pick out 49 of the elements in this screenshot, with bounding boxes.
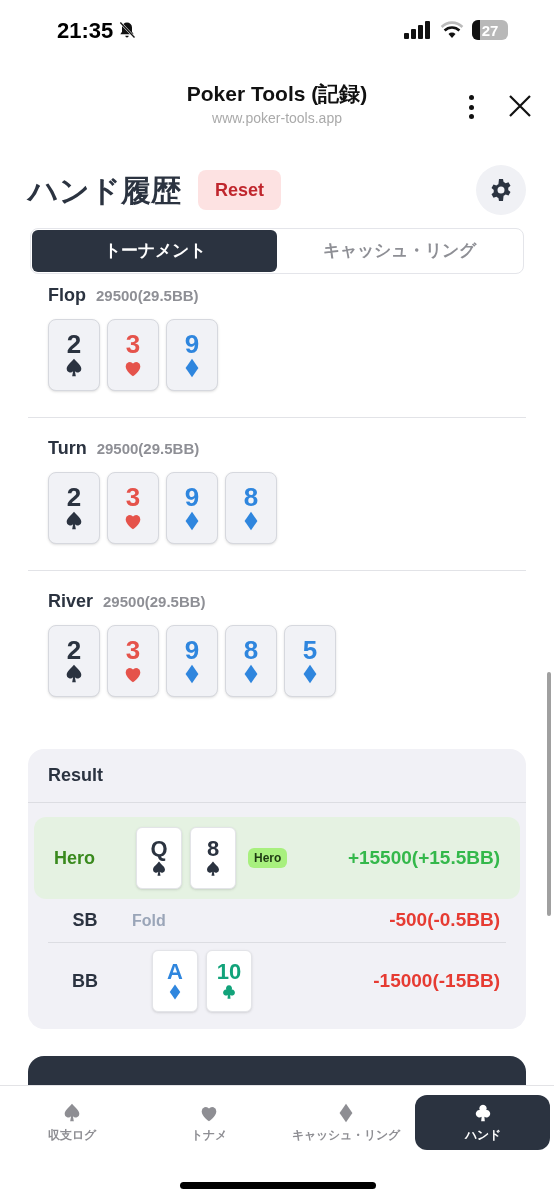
page-title: Poker Tools (記録) xyxy=(186,80,368,107)
spade-icon xyxy=(204,860,222,878)
bell-muted-icon xyxy=(117,20,138,40)
card-rank: 8 xyxy=(243,637,259,663)
pot-size: 29500(29.5BB) xyxy=(96,286,199,306)
player-position: Hero xyxy=(54,846,96,870)
signal-icon xyxy=(404,21,432,39)
wifi-icon xyxy=(440,21,464,39)
card-rank: 9 xyxy=(184,331,200,357)
card-rank: 2 xyxy=(66,484,82,510)
player-position: BB xyxy=(71,969,99,993)
pot-size: 29500(29.5BB) xyxy=(103,592,206,612)
card-rank: 3 xyxy=(125,484,141,510)
section-heading: ハンド履歴 xyxy=(28,172,181,209)
club-icon xyxy=(220,983,238,1001)
player-position: SB xyxy=(71,909,99,932)
card-rank: 8 xyxy=(243,484,259,510)
pot-size: 29500(29.5BB) xyxy=(96,439,200,459)
site-url: www.poker-tools.app xyxy=(212,109,342,128)
battery-fill xyxy=(472,20,480,40)
close-icon[interactable] xyxy=(508,94,532,118)
card-rank: 2 xyxy=(66,637,82,663)
card-rank: A xyxy=(167,961,183,983)
profit-amount: +15500(+15.5BB) xyxy=(347,845,500,870)
result-title: Result xyxy=(48,764,103,787)
card-rank: 10 xyxy=(216,961,242,983)
profit-amount: -15000(-15BB) xyxy=(373,968,500,993)
settings-button[interactable] xyxy=(476,165,526,215)
status-time: 21:35 xyxy=(57,16,114,45)
profit-amount: -500(-0.5BB) xyxy=(389,908,500,933)
street-name: River xyxy=(48,590,94,613)
nav-tab[interactable]: ハンド xyxy=(415,1095,550,1150)
player-action: Fold xyxy=(132,910,166,931)
spade-icon xyxy=(150,860,168,878)
card-rank: 8 xyxy=(206,838,220,860)
street-name: Turn xyxy=(48,437,87,460)
reset-button[interactable]: Reset xyxy=(198,170,282,210)
card-rank: Q xyxy=(150,838,168,860)
card-rank: 3 xyxy=(125,637,141,663)
card-rank: 9 xyxy=(184,637,200,663)
settings-icon xyxy=(489,178,513,202)
battery-level: 27 xyxy=(481,22,499,38)
tab[interactable]: トーナメント xyxy=(32,230,277,272)
card-rank: 9 xyxy=(184,484,200,510)
street-name: Flop xyxy=(48,284,86,307)
card-rank: 5 xyxy=(302,637,318,663)
hero-tag: Hero xyxy=(248,848,288,868)
card-rank: 3 xyxy=(125,331,141,357)
card-rank: 2 xyxy=(66,331,82,357)
